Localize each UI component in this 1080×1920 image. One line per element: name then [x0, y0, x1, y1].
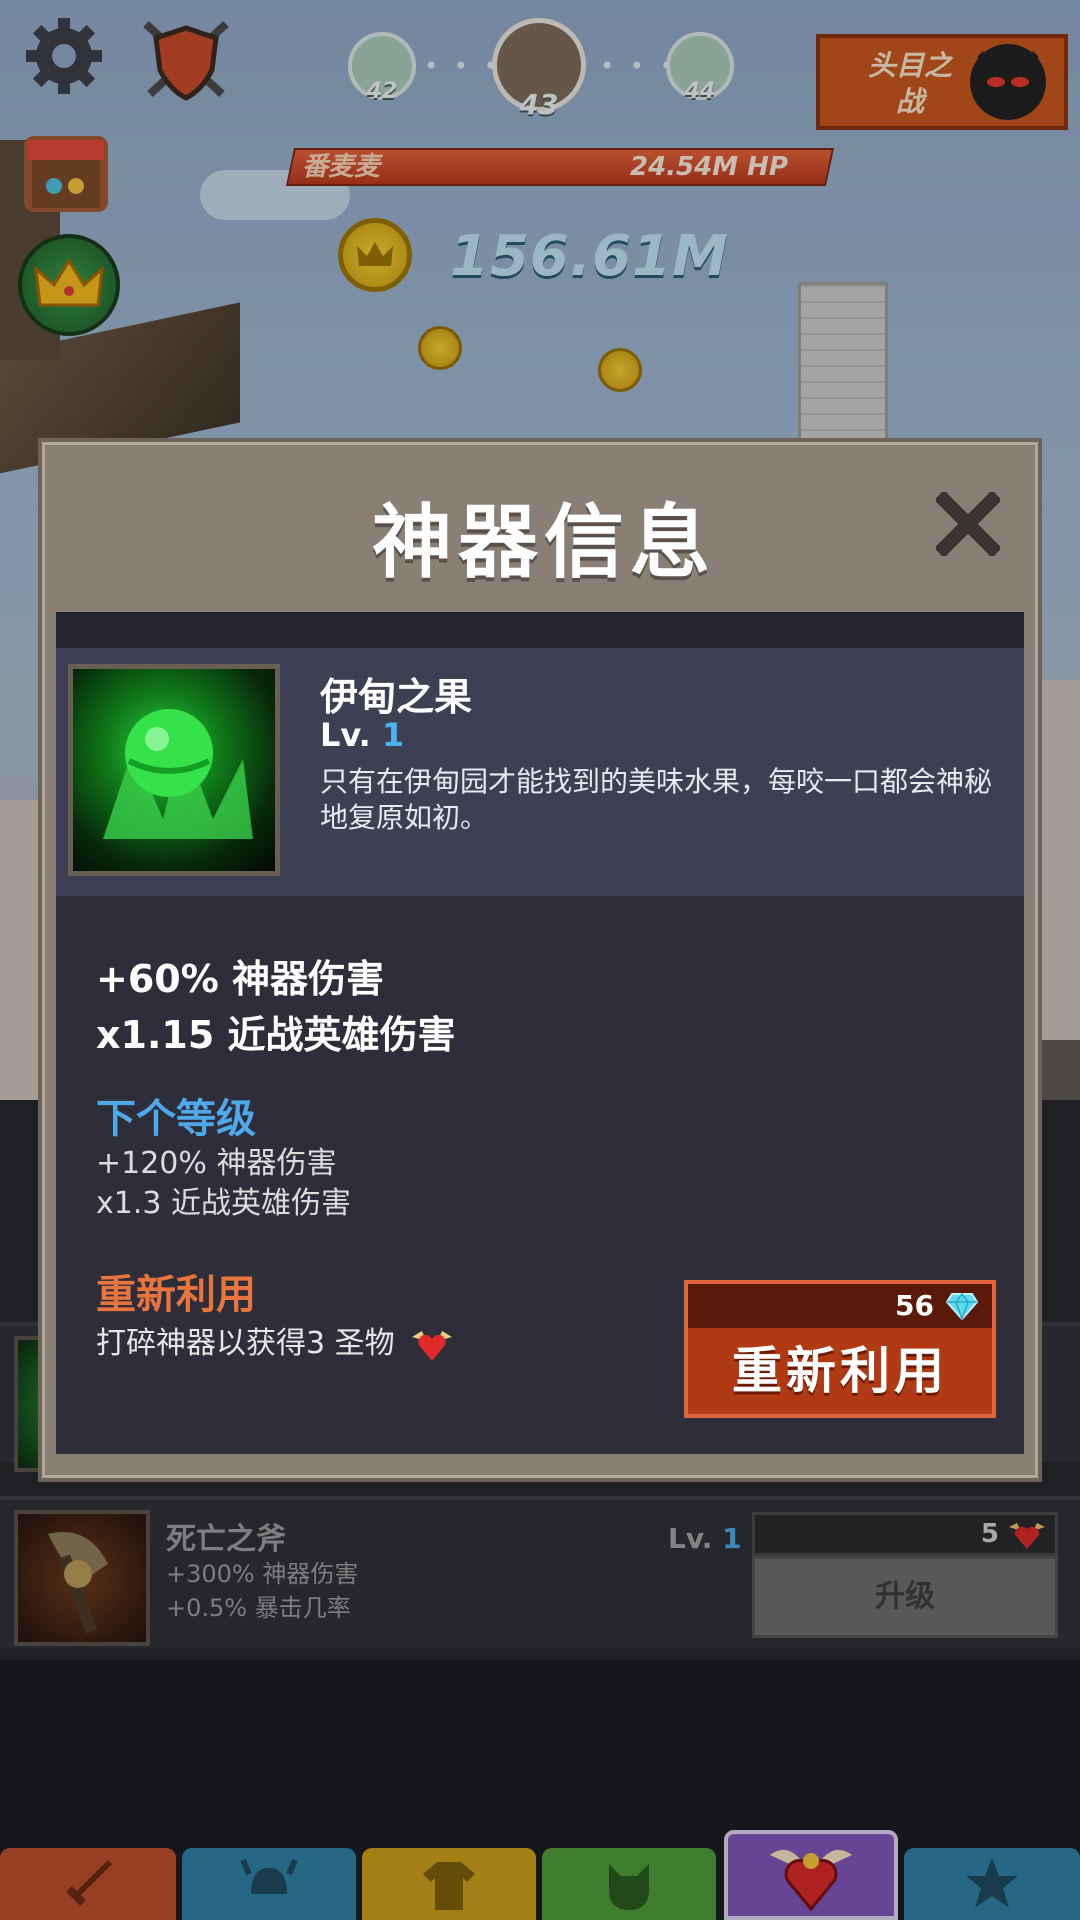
dialog-header-strip — [56, 612, 1024, 648]
artifact-info-dialog: 神器信息 伊甸之果 Lv. 1 只有在伊甸园才能找到的美味水果，每咬一口都会神秘… — [38, 438, 1042, 1482]
artifact-level: Lv. 1 — [320, 716, 405, 754]
next-level-stat: x1.3 近战英雄伤害 — [96, 1186, 351, 1221]
dialog-title: 神器信息 — [372, 496, 716, 589]
artifact-summary: 伊甸之果 Lv. 1 只有在伊甸园才能找到的美味水果，每咬一口都会神秘地复原如初… — [56, 648, 1024, 896]
next-level-heading: 下个等级 — [96, 1096, 256, 1142]
artifact-name: 伊甸之果 — [320, 675, 473, 719]
dialog-body: 伊甸之果 Lv. 1 只有在伊甸园才能找到的美味水果，每咬一口都会神秘地复原如初… — [56, 612, 1024, 1454]
diamond-icon — [946, 1292, 978, 1320]
current-stat: x1.15 近战英雄伤害 — [96, 1013, 456, 1057]
recycle-description: 打碎神器以获得3 圣物 — [96, 1318, 454, 1363]
recycle-button[interactable]: 56 重新利用 — [684, 1280, 996, 1418]
recycle-button-label: 重新利用 — [732, 1342, 948, 1400]
recycle-heading: 重新利用 — [96, 1272, 256, 1318]
close-icon — [936, 492, 1000, 556]
close-button[interactable] — [932, 488, 1004, 560]
current-stat: +60% 神器伤害 — [96, 957, 385, 1001]
relic-heart-icon — [412, 1330, 453, 1361]
next-level-stat: +120% 神器伤害 — [96, 1146, 337, 1181]
artifact-description: 只有在伊甸园才能找到的美味水果，每咬一口都会神秘地复原如初。 — [320, 765, 993, 834]
fruit-of-eden-icon — [68, 664, 280, 876]
